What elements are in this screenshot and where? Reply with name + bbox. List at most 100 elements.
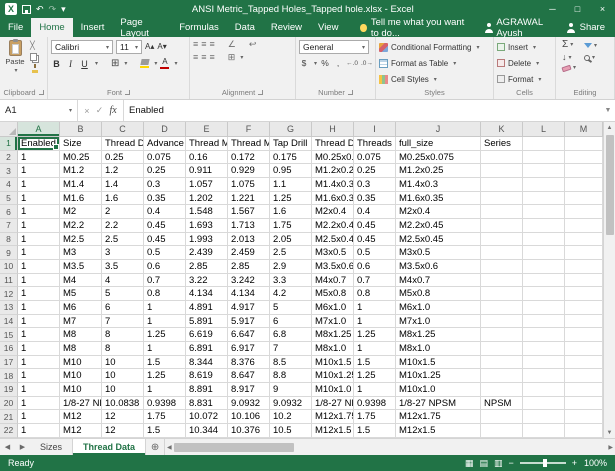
column-header-C[interactable]: C: [102, 122, 144, 137]
align-right-icon[interactable]: ≡: [210, 53, 215, 62]
cell-E13[interactable]: 4.891: [186, 301, 228, 315]
cell-L1[interactable]: [523, 137, 565, 151]
cell-A6[interactable]: 1: [18, 205, 60, 219]
cell-M14[interactable]: [565, 315, 603, 329]
cell-B19[interactable]: M10: [60, 383, 102, 397]
cell-G21[interactable]: 10.2: [270, 410, 312, 424]
accounting-dropdown-icon[interactable]: ▾: [314, 60, 317, 67]
cell-G13[interactable]: 5: [270, 301, 312, 315]
cell-F7[interactable]: 1.713: [228, 219, 270, 233]
cell-D1[interactable]: Advance: [144, 137, 186, 151]
sheet-tab-thread-data[interactable]: Thread Data: [73, 439, 146, 455]
cell-I14[interactable]: 1: [354, 315, 396, 329]
cell-C3[interactable]: 1.2: [102, 164, 144, 178]
cell-L19[interactable]: [523, 383, 565, 397]
page-break-view-icon[interactable]: ▥: [494, 459, 503, 468]
cell-M7[interactable]: [565, 219, 603, 233]
cell-H17[interactable]: M10x1.5: [312, 356, 354, 370]
cell-F4[interactable]: 1.075: [228, 178, 270, 192]
name-box[interactable]: A1 ▾: [0, 100, 78, 121]
cell-M21[interactable]: [565, 410, 603, 424]
cell-F9[interactable]: 2.459: [228, 246, 270, 260]
align-bottom-icon[interactable]: ≡: [210, 40, 215, 49]
cell-B22[interactable]: M12: [60, 424, 102, 438]
tell-me-box[interactable]: Tell me what you want to do...: [352, 18, 478, 37]
cell-K20[interactable]: NPSM: [481, 397, 523, 411]
cell-C4[interactable]: 1.4: [102, 178, 144, 192]
cell-J4[interactable]: M1.4x0.3: [396, 178, 481, 192]
font-name-combo[interactable]: Calibri▾: [51, 40, 113, 54]
cell-I9[interactable]: 0.5: [354, 246, 396, 260]
increase-decimal-icon[interactable]: ←.0: [346, 60, 358, 67]
cell-I10[interactable]: 0.6: [354, 260, 396, 274]
cell-L7[interactable]: [523, 219, 565, 233]
cell-H22[interactable]: M12x1.5: [312, 424, 354, 438]
row-header-10[interactable]: 10: [0, 260, 18, 274]
cell-B9[interactable]: M3: [60, 246, 102, 260]
zoom-level[interactable]: 100%: [583, 458, 607, 468]
cell-D4[interactable]: 0.3: [144, 178, 186, 192]
cell-F3[interactable]: 0.929: [228, 164, 270, 178]
cell-F19[interactable]: 8.917: [228, 383, 270, 397]
number-dialog-launcher-icon[interactable]: [348, 90, 353, 95]
cell-A15[interactable]: 1: [18, 328, 60, 342]
cell-H3[interactable]: M1.2x0.25: [312, 164, 354, 178]
horizontal-scrollbar[interactable]: ◀ ▶: [164, 439, 615, 455]
cell-K10[interactable]: [481, 260, 523, 274]
comma-style-button[interactable]: ,: [333, 58, 343, 68]
cell-D14[interactable]: 1: [144, 315, 186, 329]
cell-F22[interactable]: 10.376: [228, 424, 270, 438]
share-button[interactable]: Share: [562, 18, 615, 37]
cell-I11[interactable]: 0.7: [354, 274, 396, 288]
cell-D21[interactable]: 1.75: [144, 410, 186, 424]
cell-D16[interactable]: 1: [144, 342, 186, 356]
tab-review[interactable]: Review: [263, 18, 310, 37]
new-sheet-icon[interactable]: ⊕: [146, 439, 164, 455]
cell-K22[interactable]: [481, 424, 523, 438]
cell-G14[interactable]: 6: [270, 315, 312, 329]
cell-J14[interactable]: M7x1.0: [396, 315, 481, 329]
cell-D5[interactable]: 0.35: [144, 192, 186, 206]
column-header-L[interactable]: L: [523, 122, 565, 137]
insert-cells-button[interactable]: Insert▾: [497, 40, 552, 54]
page-layout-view-icon[interactable]: ▤: [479, 459, 488, 468]
cell-J16[interactable]: M8x1.0: [396, 342, 481, 356]
row-header-3[interactable]: 3: [0, 164, 18, 178]
cell-A9[interactable]: 1: [18, 246, 60, 260]
cell-G3[interactable]: 0.95: [270, 164, 312, 178]
cell-L12[interactable]: [523, 287, 565, 301]
cell-E19[interactable]: 8.891: [186, 383, 228, 397]
find-select-button[interactable]: ▾: [584, 55, 597, 61]
cell-G9[interactable]: 2.5: [270, 246, 312, 260]
copy-icon[interactable]: [30, 53, 37, 61]
fill-color-button[interactable]: [140, 59, 149, 68]
cell-I6[interactable]: 0.4: [354, 205, 396, 219]
row-header-21[interactable]: 21: [0, 410, 18, 424]
cell-B8[interactable]: M2.5: [60, 233, 102, 247]
tab-view[interactable]: View: [310, 18, 346, 37]
cell-C9[interactable]: 3: [102, 246, 144, 260]
cell-D13[interactable]: 1: [144, 301, 186, 315]
grow-font-icon[interactable]: A▴: [145, 43, 154, 51]
cell-E22[interactable]: 10.344: [186, 424, 228, 438]
cell-H11[interactable]: M4x0.7: [312, 274, 354, 288]
cell-A19[interactable]: 1: [18, 383, 60, 397]
cell-G7[interactable]: 1.75: [270, 219, 312, 233]
cell-F11[interactable]: 3.242: [228, 274, 270, 288]
cell-G17[interactable]: 8.5: [270, 356, 312, 370]
cell-C14[interactable]: 7: [102, 315, 144, 329]
borders-dropdown-icon[interactable]: ▾: [124, 60, 127, 67]
cell-C17[interactable]: 10: [102, 356, 144, 370]
cell-B3[interactable]: M1.2: [60, 164, 102, 178]
tab-file[interactable]: File: [0, 18, 31, 37]
cell-A17[interactable]: 1: [18, 356, 60, 370]
cell-A2[interactable]: 1: [18, 151, 60, 165]
cell-D17[interactable]: 1.5: [144, 356, 186, 370]
cell-D15[interactable]: 1.25: [144, 328, 186, 342]
cell-K19[interactable]: [481, 383, 523, 397]
cell-B15[interactable]: M8: [60, 328, 102, 342]
cell-C11[interactable]: 4: [102, 274, 144, 288]
cell-D22[interactable]: 1.5: [144, 424, 186, 438]
minimize-button[interactable]: ─: [540, 0, 565, 18]
cell-E4[interactable]: 1.057: [186, 178, 228, 192]
